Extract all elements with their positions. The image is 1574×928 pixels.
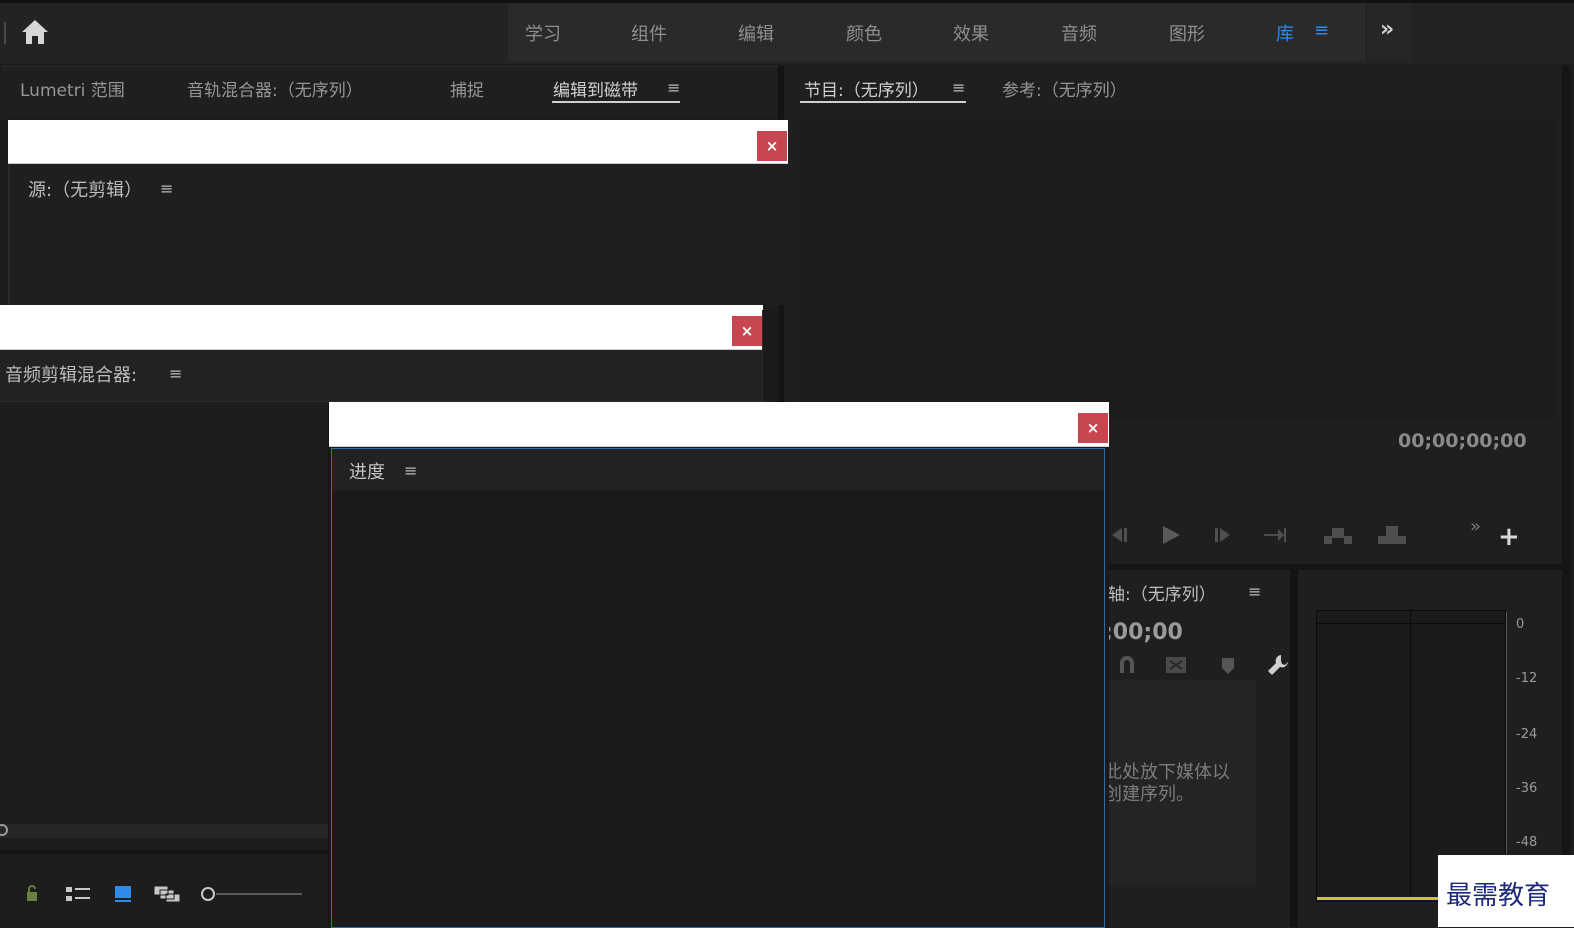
progress-window-body [331,448,1105,928]
list-view-icon[interactable] [66,886,90,902]
progress-window-titlebar[interactable] [329,402,1109,447]
horizontal-scrollbar[interactable] [0,824,328,838]
step-back-icon[interactable] [1108,526,1130,544]
tab-edit-to-tape[interactable]: 编辑到磁带 [553,76,638,101]
active-tab-underline [552,101,680,103]
program-monitor-viewport [800,120,1555,420]
meter-divider [1290,570,1298,927]
progress-title[interactable]: 进度 [349,458,385,484]
timeline-timecode[interactable]: ;00;00 [1104,620,1183,645]
magnet-icon[interactable] [1118,655,1136,675]
progress-header [332,449,1104,490]
workspace-tab-libraries[interactable]: 库 [1276,20,1294,46]
timeline-tab[interactable]: 轴:（无序列） [1108,580,1216,605]
workspace-tab-assembly[interactable]: 组件 [631,20,667,46]
progress-menu-icon[interactable]: ≡ [404,461,417,480]
audio-clip-mixer-close-button[interactable]: × [732,316,762,346]
lock-icon[interactable] [24,884,40,902]
source-window: × 源:（无剪辑） ≡ [8,120,790,305]
add-marker-icon[interactable] [1221,657,1235,675]
workspace-tab-graphics[interactable]: 图形 [1169,20,1205,46]
tab-reference[interactable]: 参考:（无序列） [1002,76,1127,101]
workspace-tab-color[interactable]: 颜色 [846,20,882,46]
program-timecode[interactable]: 00;00;00;00 [1398,430,1527,452]
tab-capture[interactable]: 捕捉 [450,76,484,101]
workspace-tab-audio[interactable]: 音频 [1061,20,1097,46]
freeform-view-icon[interactable] [154,885,182,903]
audio-clip-mixer-scrollbar[interactable] [762,310,779,400]
play-icon[interactable] [1160,525,1182,545]
source-window-titlebar[interactable] [8,120,788,164]
source-close-button[interactable]: × [757,131,787,161]
lift-icon[interactable] [1322,524,1354,546]
audio-clip-mixer-menu-icon[interactable]: ≡ [169,364,182,383]
audio-clip-mixer-title[interactable]: 音频剪辑混合器: [5,361,137,387]
audio-clip-mixer-window: × 音频剪辑混合器: ≡ [0,305,764,402]
lower-left-panel [0,400,330,927]
tab-program[interactable]: 节目:（无序列） [804,76,929,101]
transport-controls [1108,520,1528,550]
drop-hint-line2: 创建序列。 [1104,784,1194,805]
source-title[interactable]: 源:（无剪辑） [28,176,142,202]
home-icon [22,20,48,44]
program-menu-icon[interactable]: ≡ [952,78,965,97]
workspace-tab-editing[interactable]: 编辑 [738,20,774,46]
icon-view-icon[interactable] [114,885,132,903]
toolbar-grip [4,22,6,44]
add-button[interactable]: + [1498,522,1520,552]
progress-window: × 进度 ≡ [329,402,1109,928]
meter-tick-24: -24 [1516,727,1538,742]
meter-tick-0: 0 [1516,617,1525,632]
home-button[interactable] [20,18,56,52]
wrench-icon[interactable] [1266,653,1290,677]
go-to-out-icon[interactable] [1262,526,1288,544]
right-scrollbar[interactable] [1562,66,1570,927]
meter-tick-36: -36 [1516,781,1538,796]
tab-audio-track-mixer[interactable]: 音轨混合器:（无序列） [187,76,363,101]
chevron-double-right-icon: » [1380,17,1395,42]
zoom-slider-handle[interactable] [201,887,215,901]
step-forward-icon[interactable] [1212,526,1234,544]
workspace-tab-effects[interactable]: 效果 [953,20,989,46]
zoom-slider-track[interactable] [216,893,302,895]
meter-tick-48: -48 [1516,835,1538,850]
panel-menu-icon[interactable]: ≡ [667,78,680,97]
watermark-text: 最需教育 [1446,881,1551,911]
tab-lumetri-scopes[interactable]: Lumetri 范围 [20,76,125,101]
extract-icon[interactable] [1376,524,1408,546]
program-tab-underline [800,101,966,103]
workspace-menu-icon[interactable]: ≡ [1314,20,1329,41]
timeline-menu-icon[interactable]: ≡ [1248,582,1261,601]
source-menu-icon[interactable]: ≡ [160,179,173,198]
progress-close-button[interactable]: × [1078,413,1108,443]
workspace-overflow-button[interactable]: » [1366,3,1411,61]
linked-selection-icon[interactable] [1164,655,1188,675]
meter-tick-12: -12 [1516,671,1538,686]
watermark: 最需教育 [1438,855,1574,927]
bottom-toolbar-divider [0,850,330,854]
transport-overflow-icon[interactable]: » [1470,516,1481,537]
audio-clip-mixer-titlebar[interactable] [0,305,763,350]
workspace-tab-learn[interactable]: 学习 [525,20,561,46]
